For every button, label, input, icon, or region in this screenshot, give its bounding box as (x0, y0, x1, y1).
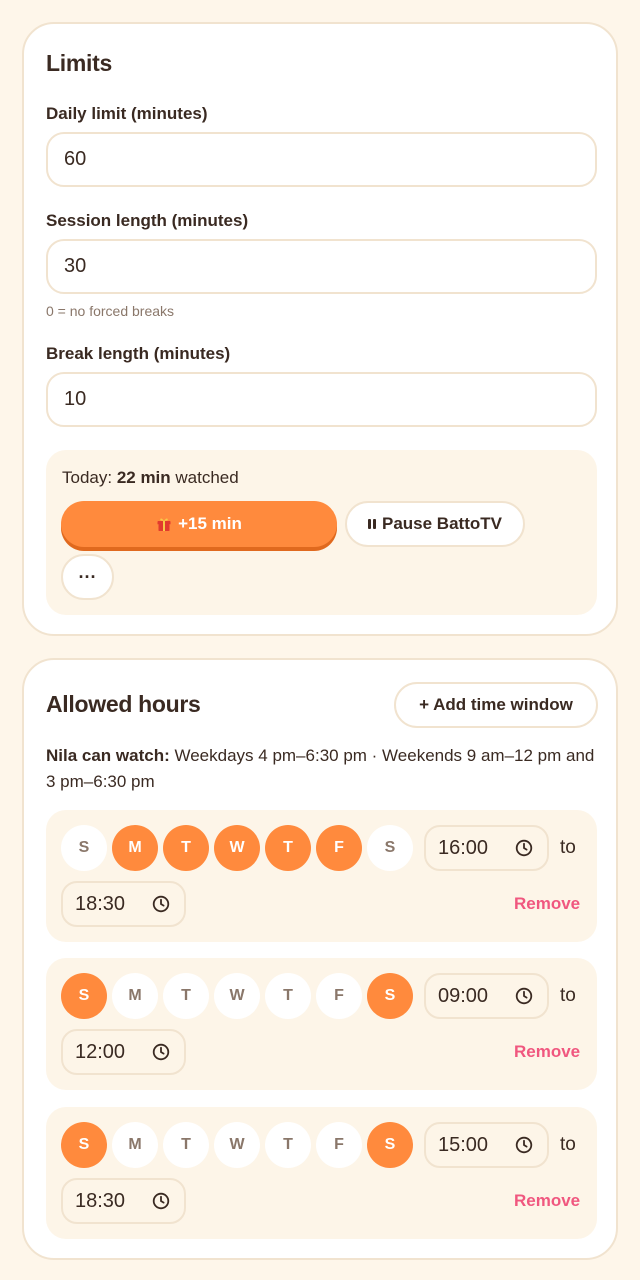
day-toggle[interactable]: M (112, 825, 158, 871)
clock-icon (515, 1136, 533, 1154)
start-time-value: 16:00 (438, 836, 489, 859)
end-time-value: 12:00 (75, 1040, 126, 1063)
clock-icon (152, 1043, 170, 1061)
session-length-hint: 0 = no forced breaks (46, 303, 175, 319)
session-length-input[interactable] (46, 239, 597, 294)
end-time-input[interactable]: 18:30 (61, 881, 186, 927)
remove-time-window-link[interactable]: Remove (514, 1042, 580, 1062)
start-time-input[interactable]: 15:00 (424, 1122, 549, 1168)
remove-time-window-link[interactable]: Remove (514, 894, 580, 914)
to-label: to (560, 837, 576, 858)
end-time-value: 18:30 (75, 1189, 126, 1212)
to-label: to (560, 985, 576, 1006)
day-toggle[interactable]: T (265, 1122, 311, 1168)
limits-card: Limits Daily limit (minutes) Session len… (22, 22, 618, 636)
day-toggle[interactable]: S (61, 973, 107, 1019)
end-time-value: 18:30 (75, 892, 126, 915)
day-toggle[interactable]: T (265, 825, 311, 871)
end-time-input[interactable]: 12:00 (61, 1029, 186, 1075)
day-toggle[interactable]: W (214, 825, 260, 871)
today-prefix: Today: (62, 468, 117, 487)
limits-title: Limits (46, 50, 112, 76)
pause-battotv-label: Pause BattoTV (382, 514, 502, 533)
day-toggle[interactable]: S (367, 1122, 413, 1168)
day-toggle[interactable]: W (214, 973, 260, 1019)
pause-battotv-button[interactable]: Pause BattoTV (345, 501, 525, 547)
day-toggle[interactable]: W (214, 1122, 260, 1168)
gift-icon (157, 518, 171, 531)
today-amount: 22 min (116, 468, 171, 487)
day-toggle[interactable]: S (61, 825, 107, 871)
day-toggle[interactable]: F (316, 973, 362, 1019)
allowed-hours-summary: Nila can watch: Weekdays 4 pm–6:30 pm · … (46, 743, 598, 795)
start-time-value: 09:00 (438, 984, 489, 1007)
day-toggle[interactable]: F (316, 825, 362, 871)
start-time-input[interactable]: 09:00 (424, 973, 549, 1019)
clock-icon (515, 987, 533, 1005)
time-window: S M T W T F S 09:00 to 12:00 Remove (46, 958, 597, 1090)
clock-icon (152, 1192, 170, 1210)
daily-limit-label: Daily limit (minutes) (46, 104, 208, 123)
session-length-label: Session length (minutes) (46, 211, 249, 230)
start-time-value: 15:00 (438, 1133, 489, 1156)
day-toggle[interactable]: S (61, 1122, 107, 1168)
today-panel: Today: 22 min watched +15 min Pause Batt… (46, 450, 597, 615)
clock-icon (515, 839, 533, 857)
pause-icon (368, 519, 376, 529)
to-label: to (560, 1134, 576, 1155)
daily-limit-input[interactable] (46, 132, 597, 187)
break-length-label: Break length (minutes) (46, 344, 231, 363)
add-15-min-button[interactable]: +15 min (61, 501, 337, 547)
time-window: S M T W T F S 16:00 to 18:30 Remove (46, 810, 597, 942)
day-toggle[interactable]: M (112, 973, 158, 1019)
add-15-min-label: +15 min (178, 514, 242, 533)
allowed-hours-card: Allowed hours + Add time window Nila can… (22, 658, 618, 1260)
summary-child-name: Nila can watch: (46, 746, 170, 765)
day-toggle[interactable]: S (367, 825, 413, 871)
remove-time-window-link[interactable]: Remove (514, 1191, 580, 1211)
day-toggle[interactable]: T (163, 1122, 209, 1168)
day-toggle[interactable]: T (163, 825, 209, 871)
time-window: S M T W T F S 15:00 to 18:30 Remove (46, 1107, 597, 1239)
add-time-window-button[interactable]: + Add time window (394, 682, 598, 728)
break-length-input[interactable] (46, 372, 597, 427)
start-time-input[interactable]: 16:00 (424, 825, 549, 871)
more-options-button[interactable]: ··· (61, 554, 114, 600)
end-time-input[interactable]: 18:30 (61, 1178, 186, 1224)
day-toggle[interactable]: M (112, 1122, 158, 1168)
day-toggle[interactable]: T (265, 973, 311, 1019)
clock-icon (152, 895, 170, 913)
today-suffix: watched (170, 468, 239, 487)
allowed-hours-title: Allowed hours (46, 691, 201, 717)
day-toggle[interactable]: S (367, 973, 413, 1019)
more-options-label: ··· (78, 566, 97, 587)
today-watched-text: Today: 22 min watched (62, 468, 239, 488)
day-toggle[interactable]: F (316, 1122, 362, 1168)
day-toggle[interactable]: T (163, 973, 209, 1019)
